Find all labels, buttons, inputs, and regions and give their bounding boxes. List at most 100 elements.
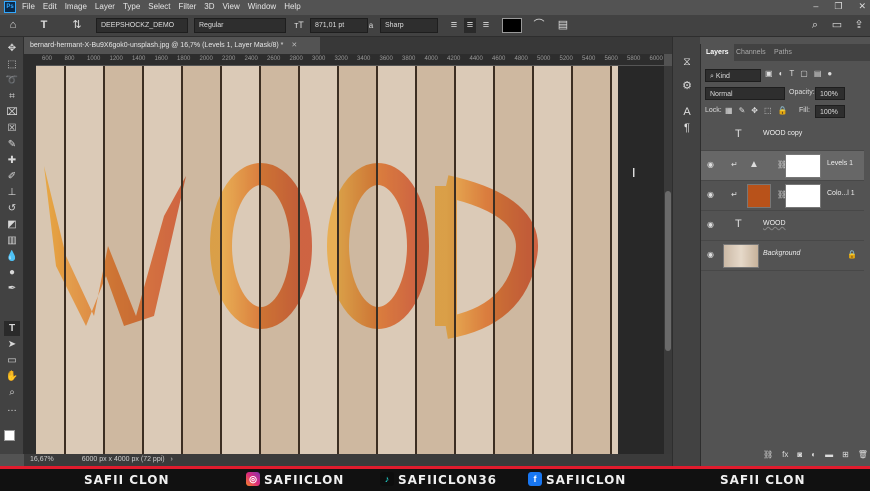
foreground-color-swatch[interactable] bbox=[4, 430, 15, 441]
home-icon[interactable]: ⌂ bbox=[6, 18, 20, 33]
document-tab[interactable]: bernard-hermant-X-Bu9X6gok0-unsplash.jpg… bbox=[24, 37, 320, 54]
menu-layer[interactable]: Layer bbox=[95, 2, 115, 11]
blend-mode-select[interactable]: Normal bbox=[705, 87, 785, 100]
anti-alias-select[interactable]: Sharp bbox=[380, 18, 438, 33]
layer-row-wood-copy[interactable]: ▫ T WOOD copy bbox=[701, 121, 864, 151]
layer-row-color-fill[interactable]: ◉ ↵ ⛓ Colo...l 1 bbox=[701, 181, 864, 211]
filter-toggle-icon[interactable]: ● bbox=[827, 69, 832, 78]
rectangle-tool-icon[interactable]: ▭ bbox=[4, 353, 20, 368]
pen-tool-icon[interactable]: ✒ bbox=[4, 281, 20, 296]
wood-photo-canvas[interactable] bbox=[36, 66, 618, 454]
fill-field[interactable]: 100% bbox=[815, 105, 845, 118]
blur-tool-icon[interactable]: 💧 bbox=[4, 249, 20, 264]
visibility-off-icon[interactable]: ▫ bbox=[707, 130, 717, 139]
minimize-button[interactable]: – bbox=[813, 1, 818, 12]
layer-row-background[interactable]: ◉ Background 🔒 bbox=[701, 241, 864, 271]
lock-pixels-icon[interactable]: ▦ bbox=[725, 106, 733, 115]
healing-brush-tool-icon[interactable]: ✚ bbox=[4, 153, 20, 168]
layer-row-wood-text[interactable]: ◉ T WOOD bbox=[701, 211, 864, 241]
menu-view[interactable]: View bbox=[223, 2, 240, 11]
fx-icon[interactable]: fx bbox=[782, 450, 788, 459]
history-panel-icon[interactable]: ⧖ bbox=[680, 55, 694, 70]
zoom-tool-icon[interactable]: ⌕ bbox=[4, 385, 20, 400]
share-icon[interactable]: ⇪ bbox=[852, 18, 866, 33]
eye-icon[interactable]: ◉ bbox=[707, 160, 717, 169]
layer-name[interactable]: WOOD bbox=[763, 220, 786, 227]
layer-mask-thumbnail[interactable] bbox=[785, 184, 821, 208]
menu-filter[interactable]: Filter bbox=[179, 2, 197, 11]
gradient-tool-icon[interactable]: ▥ bbox=[4, 233, 20, 248]
eye-icon[interactable]: ◉ bbox=[707, 190, 717, 199]
text-tool-preset-icon[interactable]: T bbox=[36, 18, 52, 33]
layer-mask-thumbnail[interactable] bbox=[785, 154, 821, 178]
align-center-icon[interactable]: ≡ bbox=[464, 18, 476, 33]
workspace-icon[interactable]: ▭ bbox=[830, 18, 844, 33]
status-arrow-icon[interactable]: › bbox=[171, 456, 173, 463]
marquee-tool-icon[interactable]: ⬚ bbox=[4, 57, 20, 72]
search-icon[interactable]: ⌕ bbox=[808, 18, 822, 33]
font-size-field[interactable]: 871,01 pt bbox=[310, 18, 368, 33]
restore-button[interactable]: ❐ bbox=[834, 1, 842, 12]
lock-all-icon[interactable]: 🔒 bbox=[778, 106, 788, 115]
move-tool-icon[interactable]: ✥ bbox=[4, 41, 20, 56]
clone-stamp-tool-icon[interactable]: ⊥ bbox=[4, 185, 20, 200]
menu-type[interactable]: Type bbox=[123, 2, 140, 11]
type-filter-icon[interactable]: T bbox=[789, 69, 794, 78]
dodge-tool-icon[interactable]: ● bbox=[4, 265, 20, 280]
link-icon[interactable]: ⛓ bbox=[763, 450, 773, 459]
tab-channels[interactable]: Channels bbox=[731, 44, 771, 61]
quick-select-tool-icon[interactable]: ⌗ bbox=[4, 89, 20, 104]
character-panel-icon-strip[interactable]: A bbox=[680, 105, 694, 120]
mask-icon[interactable]: ◙ bbox=[797, 450, 802, 459]
warp-text-icon[interactable]: ⌒ bbox=[532, 18, 546, 33]
photoshop-logo-icon[interactable]: Ps bbox=[4, 1, 16, 13]
text-orientation-icon[interactable]: ⇅ bbox=[70, 18, 84, 33]
eye-icon[interactable]: ◉ bbox=[707, 250, 717, 259]
menu-edit[interactable]: Edit bbox=[43, 2, 57, 11]
eraser-tool-icon[interactable]: ◩ bbox=[4, 217, 20, 232]
layer-name[interactable]: Levels 1 bbox=[827, 160, 853, 167]
eyedropper-tool-icon[interactable]: ✎ bbox=[4, 137, 20, 152]
menu-file[interactable]: File bbox=[22, 2, 35, 11]
crop-tool-icon[interactable]: ⌧ bbox=[4, 105, 20, 120]
close-tab-icon[interactable]: ✕ bbox=[291, 42, 297, 49]
scroll-thumb[interactable] bbox=[665, 191, 671, 351]
filter-kind-select[interactable]: ⌕ Kind bbox=[705, 69, 761, 82]
lock-position-icon[interactable]: ✥ bbox=[751, 106, 758, 115]
layer-name[interactable]: Colo...l 1 bbox=[827, 190, 855, 197]
layer-name[interactable]: Background bbox=[763, 250, 800, 257]
align-right-icon[interactable]: ≡ bbox=[480, 18, 492, 33]
lock-artboard-icon[interactable]: ⬚ bbox=[764, 106, 772, 115]
menu-3d[interactable]: 3D bbox=[204, 2, 214, 11]
lasso-tool-icon[interactable]: ➰ bbox=[4, 73, 20, 88]
menu-select[interactable]: Select bbox=[148, 2, 170, 11]
trash-icon[interactable]: 🗑 bbox=[858, 450, 868, 459]
vertical-scrollbar[interactable] bbox=[664, 66, 672, 454]
character-panel-icon[interactable]: ▤ bbox=[556, 18, 570, 33]
frame-tool-icon[interactable]: ☒ bbox=[4, 121, 20, 136]
zoom-level[interactable]: 16,67% bbox=[30, 456, 54, 463]
align-left-icon[interactable]: ≡ bbox=[448, 18, 460, 33]
canvas-area[interactable]: Ⅰ bbox=[36, 66, 664, 454]
smart-filter-icon[interactable]: ▤ bbox=[814, 69, 822, 78]
history-brush-tool-icon[interactable]: ↺ bbox=[4, 201, 20, 216]
layer-row-levels[interactable]: ◉ ↵ ▲ ⛓ Levels 1 bbox=[701, 151, 864, 181]
font-family-select[interactable]: DEEPSHOCKZ_DEMO bbox=[96, 18, 188, 33]
adjustment-filter-icon[interactable]: ◐ bbox=[779, 69, 784, 78]
hand-tool-icon[interactable]: ✋ bbox=[4, 369, 20, 384]
menu-image[interactable]: Image bbox=[65, 2, 87, 11]
paragraph-panel-icon[interactable]: ¶ bbox=[680, 121, 694, 136]
color-fill-thumbnail[interactable] bbox=[747, 184, 771, 208]
pixel-filter-icon[interactable]: ▣ bbox=[765, 69, 773, 78]
menu-help[interactable]: Help bbox=[284, 2, 300, 11]
adjustment-icon[interactable]: ◐ bbox=[811, 450, 816, 459]
menu-window[interactable]: Window bbox=[248, 2, 276, 11]
tab-layers[interactable]: Layers bbox=[701, 44, 734, 61]
tab-paths[interactable]: Paths bbox=[769, 44, 797, 61]
text-color-swatch[interactable] bbox=[502, 18, 522, 33]
properties-panel-icon[interactable]: ⚙ bbox=[680, 79, 694, 94]
shape-filter-icon[interactable]: ▢ bbox=[800, 69, 808, 78]
close-button[interactable]: ✕ bbox=[858, 1, 866, 12]
type-tool-icon[interactable]: T bbox=[4, 321, 20, 336]
background-thumbnail[interactable] bbox=[723, 244, 759, 268]
